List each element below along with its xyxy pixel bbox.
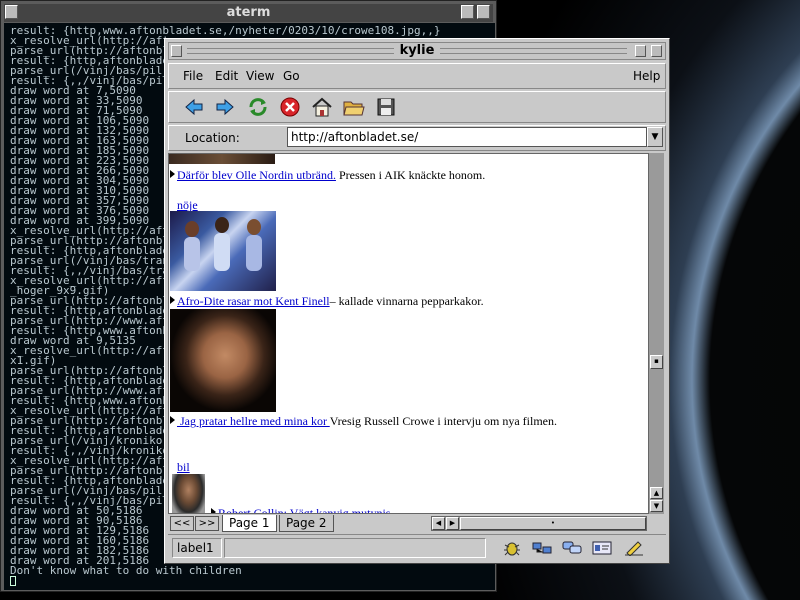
- pencil-icon: [625, 541, 643, 556]
- kylie-iconify-button[interactable]: [635, 45, 646, 57]
- triangle-right-icon: ▶: [449, 519, 456, 527]
- tab-prev-button[interactable]: <<: [170, 516, 194, 531]
- forward-arrow-icon: [216, 98, 234, 116]
- headline-link-1[interactable]: Därför blev Olle Nordin utbränd.: [177, 168, 336, 182]
- triangle-down-icon: ▼: [651, 132, 659, 142]
- stop-icon: [280, 97, 300, 117]
- location-input[interactable]: http://aftonbladet.se/: [287, 127, 647, 147]
- status-chat-button[interactable]: [562, 539, 582, 557]
- menu-file[interactable]: File: [183, 69, 203, 83]
- home-icon: [312, 97, 332, 117]
- forward-button[interactable]: [214, 96, 236, 118]
- home-button[interactable]: [311, 96, 333, 118]
- bug-icon: [504, 542, 520, 556]
- thumb-grip-icon: •: [550, 519, 556, 527]
- vertical-scrollbar[interactable]: ▪ ▲ ▼: [649, 153, 664, 514]
- menu-edit[interactable]: Edit: [215, 69, 238, 83]
- toolbar: [168, 91, 666, 123]
- headline-text-2: – kallade vinnarna pepparkakor.: [329, 294, 484, 308]
- horizontal-scrollbar[interactable]: ◀ ▶ •: [431, 516, 647, 531]
- headline-text-1: Pressen i AIK knäckte honom.: [335, 168, 486, 182]
- horizontal-scroll-thumb[interactable]: •: [460, 517, 646, 530]
- floppy-disk-icon: [377, 98, 395, 116]
- kylie-maximize-button[interactable]: [651, 45, 662, 57]
- menu-go[interactable]: Go: [283, 69, 300, 83]
- tab-page-1[interactable]: Page 1: [222, 515, 277, 532]
- headline-link-2[interactable]: Afro-Dite rasar mot Kent Finell: [177, 294, 330, 308]
- location-bar: Location: http://aftonbladet.se/ ▼: [168, 125, 666, 151]
- aterm-title: aterm: [226, 5, 271, 20]
- tab-next-button[interactable]: >>: [195, 516, 219, 531]
- aterm-maximize-button[interactable]: [477, 5, 490, 19]
- terminal-line: Don't know what to do with children: [10, 564, 242, 577]
- status-message-field: [224, 538, 486, 558]
- back-arrow-icon: [185, 98, 203, 116]
- aterm-menu-button[interactable]: [5, 5, 18, 19]
- status-card-button[interactable]: [592, 539, 612, 557]
- bullet-arrow-icon: [170, 296, 175, 304]
- page-content[interactable]: Därför blev Olle Nordin utbränd. Pressen…: [168, 153, 649, 514]
- aterm-iconify-button[interactable]: [461, 5, 474, 19]
- image-top-clipped: [169, 154, 275, 164]
- scrollbar-thumb[interactable]: ▪: [650, 355, 663, 369]
- scroll-right-button[interactable]: ▶: [446, 517, 459, 530]
- network-icon: [532, 542, 552, 554]
- reload-button[interactable]: [247, 96, 269, 118]
- terminal-cursor-line: [10, 576, 495, 586]
- status-label: label1: [172, 538, 222, 558]
- news-image-crowe[interactable]: [170, 309, 276, 412]
- status-bug-button[interactable]: [502, 539, 522, 557]
- triangle-up-icon: ▲: [653, 489, 660, 497]
- news-image-afrodite[interactable]: [170, 211, 276, 291]
- kylie-browser-window: kylie File Edit View Go Help Location: h…: [164, 38, 670, 564]
- tab-page-2[interactable]: Page 2: [279, 515, 334, 532]
- chat-icon: [562, 541, 582, 554]
- back-button[interactable]: [183, 96, 205, 118]
- kylie-title: kylie: [393, 43, 441, 58]
- id-card-icon: [592, 541, 612, 555]
- headline-link-3[interactable]: Jag pratar hellre med mina kor: [177, 414, 330, 428]
- aterm-titlebar[interactable]: aterm: [4, 4, 493, 22]
- photo-figures: [184, 217, 262, 271]
- triangle-down-icon: ▼: [653, 502, 660, 510]
- status-edit-button[interactable]: [624, 539, 644, 557]
- thumb-grip-icon: ▪: [654, 357, 659, 365]
- section-link-bil[interactable]: bil: [177, 460, 190, 474]
- kylie-titlebar[interactable]: kylie: [168, 42, 666, 60]
- headline-link-4[interactable]: Robert Collin: Vägt kanyig mutynis: [218, 506, 390, 513]
- menu-view[interactable]: View: [246, 69, 274, 83]
- triangle-left-icon: ◀: [435, 519, 442, 527]
- scroll-down-button[interactable]: ▼: [650, 500, 663, 512]
- bullet-arrow-icon: [170, 416, 175, 424]
- section-link-noje[interactable]: nöje: [177, 198, 198, 212]
- scroll-up-button[interactable]: ▲: [650, 487, 663, 499]
- status-bar: label1: [168, 534, 666, 560]
- location-label: Location:: [185, 131, 240, 145]
- bullet-arrow-icon: [211, 508, 216, 513]
- news-image-bil[interactable]: [172, 474, 205, 513]
- menu-bar: File Edit View Go Help: [168, 63, 666, 89]
- kylie-menu-button[interactable]: [171, 45, 182, 57]
- save-button[interactable]: [375, 96, 397, 118]
- open-button[interactable]: [343, 96, 365, 118]
- stop-button[interactable]: [279, 96, 301, 118]
- status-network-button[interactable]: [532, 539, 552, 557]
- location-dropdown-button[interactable]: ▼: [647, 127, 663, 147]
- terminal-cursor: [10, 576, 16, 586]
- open-folder-icon: [343, 101, 365, 116]
- reload-icon: [249, 98, 267, 116]
- bullet-arrow-icon: [170, 170, 175, 178]
- headline-text-3: Vresig Russell Crowe i intervju om nya f…: [329, 414, 557, 428]
- menu-help[interactable]: Help: [633, 69, 660, 83]
- scroll-left-button[interactable]: ◀: [432, 517, 445, 530]
